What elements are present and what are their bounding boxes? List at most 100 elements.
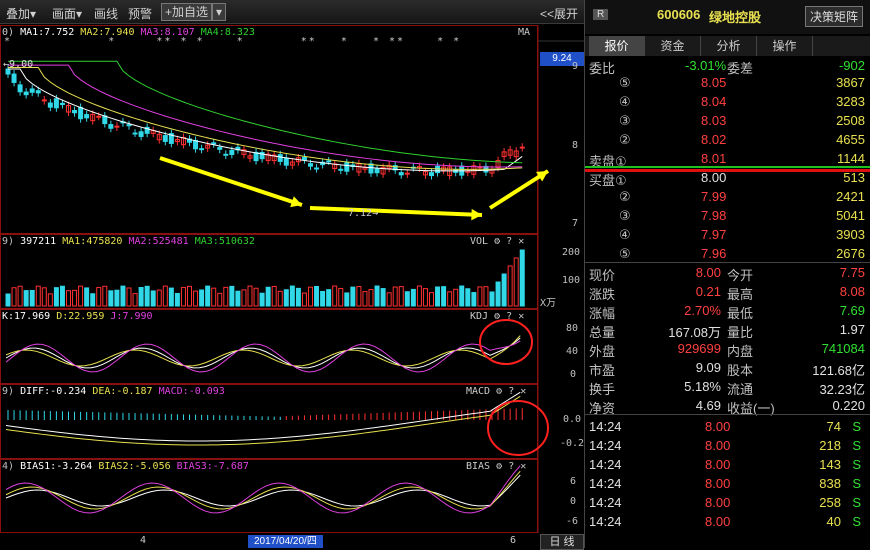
volume-bar [108, 290, 114, 307]
candle [283, 157, 289, 166]
volume-bar [11, 287, 17, 307]
favorite-dropdown-icon[interactable]: ▾ [212, 3, 227, 21]
volume-bar [344, 292, 350, 307]
y-tick: 80 [566, 323, 579, 334]
gear-icon[interactable]: ⚙ [494, 311, 500, 322]
tab-analysis[interactable]: 分析 [701, 36, 757, 56]
candle [308, 163, 313, 167]
volume-bar [489, 291, 495, 307]
order-book-row: ② 7.99 2421 [619, 189, 865, 204]
expand-button[interactable]: <<展开 [540, 5, 578, 22]
volume-bar [459, 285, 465, 307]
gear-icon[interactable]: ⚙ [496, 461, 502, 472]
volume-bar [114, 289, 120, 307]
volume-bar [338, 287, 344, 307]
help-icon[interactable]: ? [506, 311, 512, 322]
kdj-panel-label: KDJ ⚙ ? ✕ [470, 311, 525, 322]
volume-bar [386, 292, 392, 307]
quote-row: 涨幅 2.70% 最低 7.69 [589, 303, 865, 321]
tick-row: 14:24 8.00 838 S [589, 476, 861, 491]
y-tick: -0.2 [560, 438, 585, 449]
close-icon[interactable]: ✕ [518, 311, 524, 322]
volume-bar [17, 285, 23, 307]
candle [126, 124, 132, 127]
candle [326, 160, 332, 163]
quote-row: 市盈 9.09 股本 121.68亿 [589, 360, 865, 378]
volume-bar [96, 287, 102, 307]
candle [78, 106, 84, 120]
volume-bar [126, 287, 132, 307]
y-tick: 0 [570, 496, 577, 507]
close-icon[interactable]: ✕ [520, 461, 526, 472]
candle [374, 168, 380, 174]
annotation-stars: * * ** * * * ** * * ** * * [4, 36, 462, 47]
close-icon[interactable]: ✕ [520, 386, 526, 397]
draw-menu[interactable]: 画面▾ [52, 5, 82, 22]
volume-bar [150, 290, 156, 307]
volume-bar [356, 286, 362, 307]
vol-panel-title: 9) 397211 MA1:475820 MA2:525481 MA3:5106… [2, 236, 255, 247]
ma1-line [8, 68, 523, 172]
y-tick: 9 [572, 61, 579, 72]
candle [398, 172, 404, 176]
y-tick: 6 [570, 476, 577, 487]
candle [519, 146, 525, 149]
panel-frame [0, 25, 538, 234]
candle [314, 167, 320, 170]
volume-bar [138, 286, 144, 307]
stock-badge: R [593, 9, 609, 20]
add-favorite-button[interactable]: +加自选 [161, 3, 213, 21]
candle [23, 91, 29, 96]
draw-lines-button[interactable]: 画线 [94, 5, 118, 22]
kdj-k [5, 337, 521, 369]
kdj-panel-title: K:17.969 D:22.959 J:7.990 [2, 311, 153, 322]
quote-row: 换手 5.18% 流通 32.23亿 [589, 379, 865, 397]
volume-bar [205, 285, 211, 307]
low-marker: 7.12→ [348, 208, 379, 219]
gear-icon[interactable]: ⚙ [496, 386, 502, 397]
volume-bar [283, 289, 289, 307]
tab-funds[interactable]: 资金 [645, 36, 701, 56]
order-book-row: ③ 7.98 5041 [619, 208, 865, 223]
decision-matrix-button[interactable]: 决策矩阵 [804, 6, 863, 27]
candle [368, 163, 374, 174]
y-tick: 7 [572, 218, 579, 229]
volume-bar [253, 287, 259, 307]
overlay-menu[interactable]: 叠加▾ [6, 5, 36, 22]
quote-panel: R 600606 绿地控股 决策矩阵 报价 资金 分析 操作 委比 -3.01%… [584, 0, 870, 548]
cursor-date: 2017/04/20/四 [248, 535, 323, 548]
candle [29, 88, 35, 93]
y-tick: 100 [562, 275, 581, 286]
volume-bar [187, 285, 192, 307]
help-icon[interactable]: ? [508, 461, 514, 472]
help-icon[interactable]: ? [508, 386, 514, 397]
volume-bar [314, 285, 320, 307]
volume-bar [35, 285, 41, 307]
trend-arrow-head [471, 208, 482, 221]
macd-dea [5, 395, 521, 446]
tick-row: 14:24 8.00 143 S [589, 457, 861, 472]
stock-name: 绿地控股 [709, 10, 762, 25]
gear-icon[interactable]: ⚙ [494, 236, 500, 247]
volume-bar [144, 285, 150, 307]
alert-button[interactable]: 预警 [128, 5, 152, 22]
main-panel-label: MA [518, 27, 531, 38]
candle [199, 148, 205, 151]
volume-bar [398, 286, 404, 307]
quote-row: 现价 8.00 今开 7.75 [589, 265, 865, 283]
volume-bar [120, 285, 126, 307]
volume-bar [84, 287, 90, 307]
order-book-row: ④ 8.04 3283 [619, 94, 865, 109]
volume-bar [513, 257, 519, 307]
candle [223, 153, 229, 156]
tab-operation[interactable]: 操作 [757, 36, 813, 56]
candle [59, 102, 65, 106]
stock-code: 600606 [657, 7, 701, 22]
help-icon[interactable]: ? [506, 236, 512, 247]
volume-bar [277, 290, 283, 307]
tab-quote[interactable]: 报价 [589, 36, 645, 56]
volume-bar [259, 292, 265, 307]
close-icon[interactable]: ✕ [518, 236, 524, 247]
volume-bar [29, 289, 35, 307]
kline-chart[interactable]: 0) MA1:7.752 MA2:7.940 MA3:8.107 MA4:8.3… [0, 25, 585, 550]
